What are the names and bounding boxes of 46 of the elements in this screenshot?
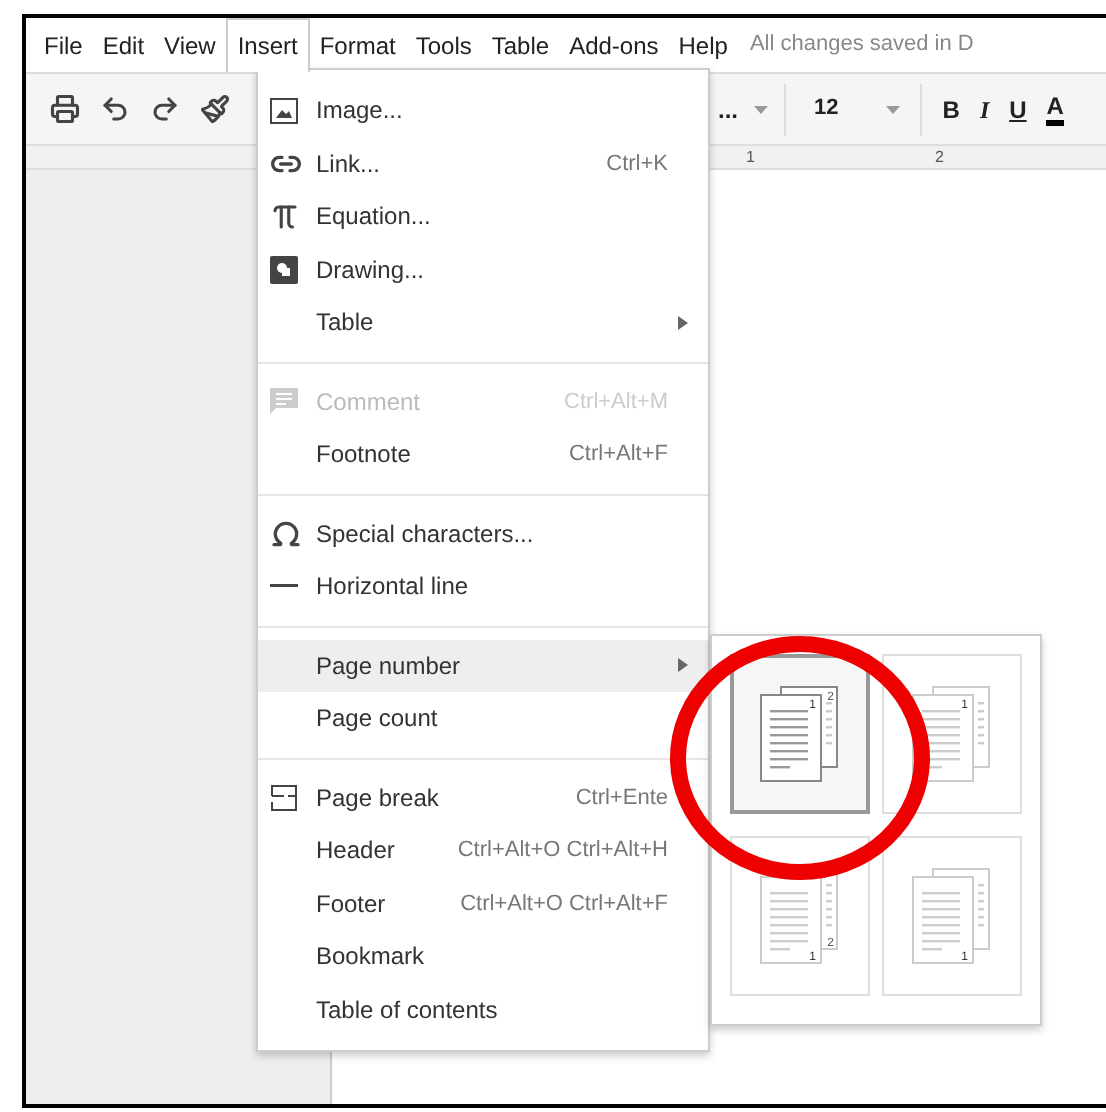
menu-item[interactable]: Drawing...: [258, 243, 708, 296]
menu-bar-item[interactable]: Format: [309, 18, 406, 72]
menu-bar-item[interactable]: Add-ons: [559, 18, 669, 72]
font-size-dropdown[interactable]: 12: [806, 83, 923, 135]
dropdown-caret-icon: [754, 105, 769, 113]
pi-icon: [270, 201, 300, 232]
font-dropdown[interactable]: ...: [718, 83, 787, 135]
dropdown-caret-icon: [886, 105, 901, 113]
menu-item[interactable]: Table of contents: [258, 983, 708, 1036]
image-icon: [270, 97, 298, 124]
menu-item[interactable]: Equation...: [258, 190, 708, 243]
menu-item[interactable]: Bookmark: [258, 930, 708, 983]
print-icon[interactable]: [50, 94, 80, 124]
menu-item[interactable]: Horizontal line: [258, 560, 708, 613]
menu-bar-item[interactable]: Insert: [225, 18, 310, 72]
bold-button[interactable]: B: [942, 91, 960, 127]
horizontal-line-icon: [270, 584, 298, 589]
ruler-number: 1: [746, 145, 755, 169]
underline-button[interactable]: U: [1009, 91, 1027, 127]
menu-item[interactable]: Page count: [258, 692, 708, 745]
menu-bar-item[interactable]: File: [34, 18, 93, 72]
redo-icon[interactable]: [150, 94, 180, 124]
paint-format-icon[interactable]: [200, 94, 230, 124]
save-status: All changes saved in D: [749, 30, 974, 61]
menu-item[interactable]: Special characters...: [258, 507, 708, 560]
menu-item[interactable]: Image...: [258, 84, 708, 137]
ruler-number: 2: [934, 145, 944, 169]
drawing-icon: [270, 255, 298, 284]
menu-item[interactable]: Footnote Ctrl+Alt+F: [258, 428, 708, 481]
menu-item[interactable]: Header Ctrl+Alt+O Ctrl+Alt+H: [258, 824, 708, 877]
menu-bar-item[interactable]: Help: [668, 18, 738, 72]
text-color-button[interactable]: A: [1046, 93, 1064, 125]
menu-item[interactable]: Link... Ctrl+K: [258, 137, 708, 190]
menu-bar-item[interactable]: Tools: [405, 18, 482, 72]
menu-item[interactable]: Page break Ctrl+Ente: [258, 771, 708, 824]
italic-button[interactable]: I: [979, 91, 990, 127]
omega-icon: [270, 517, 302, 550]
menu-item[interactable]: Table: [258, 296, 708, 349]
menu-item[interactable]: Page number: [258, 639, 708, 692]
menu-bar-item[interactable]: View: [154, 18, 226, 72]
comment-icon: [270, 388, 298, 415]
menu-item[interactable]: Footer Ctrl+Alt+O Ctrl+Alt+F: [258, 877, 708, 930]
menu-bar-item[interactable]: Table: [481, 18, 560, 72]
page-break-icon: [270, 783, 298, 812]
undo-icon[interactable]: [100, 94, 130, 124]
menu-bar-item[interactable]: Edit: [92, 18, 155, 72]
